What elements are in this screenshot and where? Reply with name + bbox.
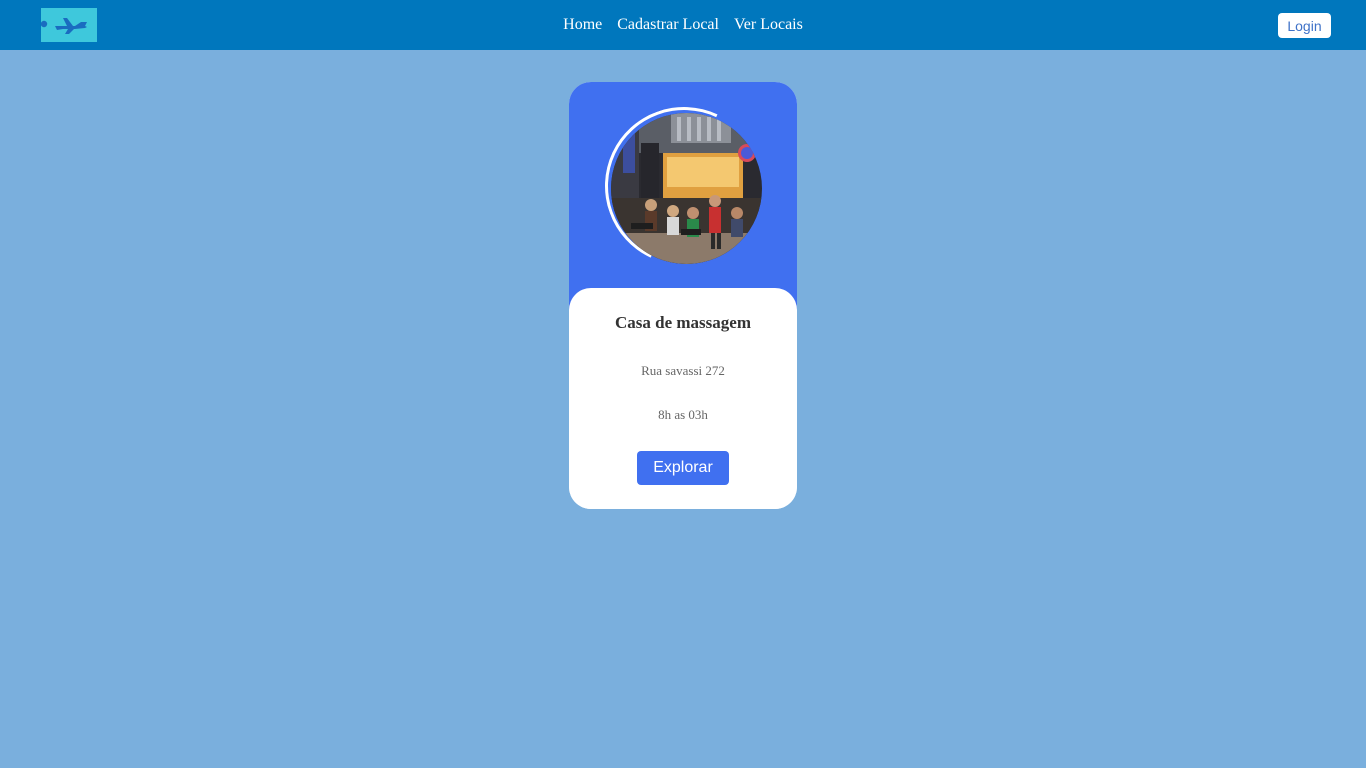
nav-link-home[interactable]: Home	[563, 16, 602, 34]
logo[interactable]	[41, 8, 97, 42]
nav-link-cadastrar-local[interactable]: Cadastrar Local	[617, 16, 719, 34]
explore-button[interactable]: Explorar	[637, 451, 729, 485]
place-photo	[611, 113, 762, 264]
navbar: Home Cadastrar Local Ver Locais Login	[0, 0, 1366, 50]
main-nav: Home Cadastrar Local Ver Locais	[0, 0, 1366, 50]
place-name: Casa de massagem	[615, 313, 751, 332]
airplane-icon	[41, 18, 87, 34]
place-hours: 8h as 03h	[658, 407, 708, 422]
place-card: Casa de massagem Rua savassi 272 8h as 0…	[569, 82, 797, 509]
nav-link-ver-locais[interactable]: Ver Locais	[734, 16, 803, 34]
place-address: Rua savassi 272	[641, 363, 725, 378]
login-button[interactable]: Login	[1278, 13, 1331, 38]
